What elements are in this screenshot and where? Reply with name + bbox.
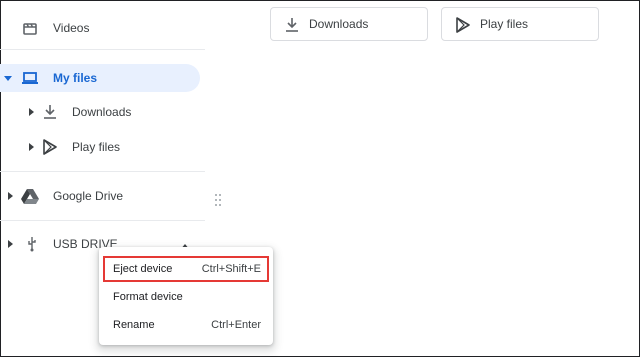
sidebar-item-label: Google Drive [53,189,124,203]
caret-right-icon[interactable] [5,191,15,201]
sidebar-item-downloads[interactable]: Downloads [0,98,200,126]
menu-item-label: Eject device [113,263,173,275]
quick-tile-play-files[interactable]: Play files [441,7,599,41]
menu-item-shortcut: Ctrl+Enter [211,319,261,331]
sidebar-item-label: Downloads [72,105,132,119]
sidebar-item-my-files[interactable]: My files [0,64,200,92]
play-store-icon [41,138,59,156]
laptop-icon [21,69,39,87]
usb-icon [23,235,41,253]
quick-tile-label: Play files [480,17,529,31]
divider [0,220,205,221]
download-icon [283,16,301,34]
eject-icon[interactable] [180,238,190,250]
caret-right-icon[interactable] [26,142,36,152]
sidebar-item-videos[interactable]: Videos [0,14,200,42]
menu-item-rename[interactable]: Rename Ctrl+Enter [99,312,273,338]
video-clapper-icon [21,19,39,37]
menu-item-format-device[interactable]: Format device [99,284,273,310]
resize-handle[interactable] [215,194,223,208]
caret-right-icon[interactable] [26,107,36,117]
menu-item-eject-device[interactable]: Eject device Ctrl+Shift+E [103,256,269,282]
menu-item-label: Rename [113,319,155,331]
sidebar-item-play-files[interactable]: Play files [0,133,200,161]
divider [0,171,205,172]
context-menu: Eject device Ctrl+Shift+E Format device … [99,247,273,345]
sidebar-item-label: Videos [53,21,90,35]
sidebar-item-label: Play files [72,140,121,154]
divider [0,49,205,50]
quick-tile-label: Downloads [309,17,369,31]
quick-tile-downloads[interactable]: Downloads [270,7,428,41]
sidebar-item-label: My files [53,71,98,85]
caret-down-icon[interactable] [3,73,13,83]
play-store-icon [454,16,472,34]
google-drive-icon [21,187,39,205]
caret-right-icon[interactable] [5,239,15,249]
menu-item-shortcut: Ctrl+Shift+E [201,263,261,275]
menu-item-label: Format device [113,291,183,303]
sidebar-item-google-drive[interactable]: Google Drive [0,182,200,210]
download-icon [41,103,59,121]
